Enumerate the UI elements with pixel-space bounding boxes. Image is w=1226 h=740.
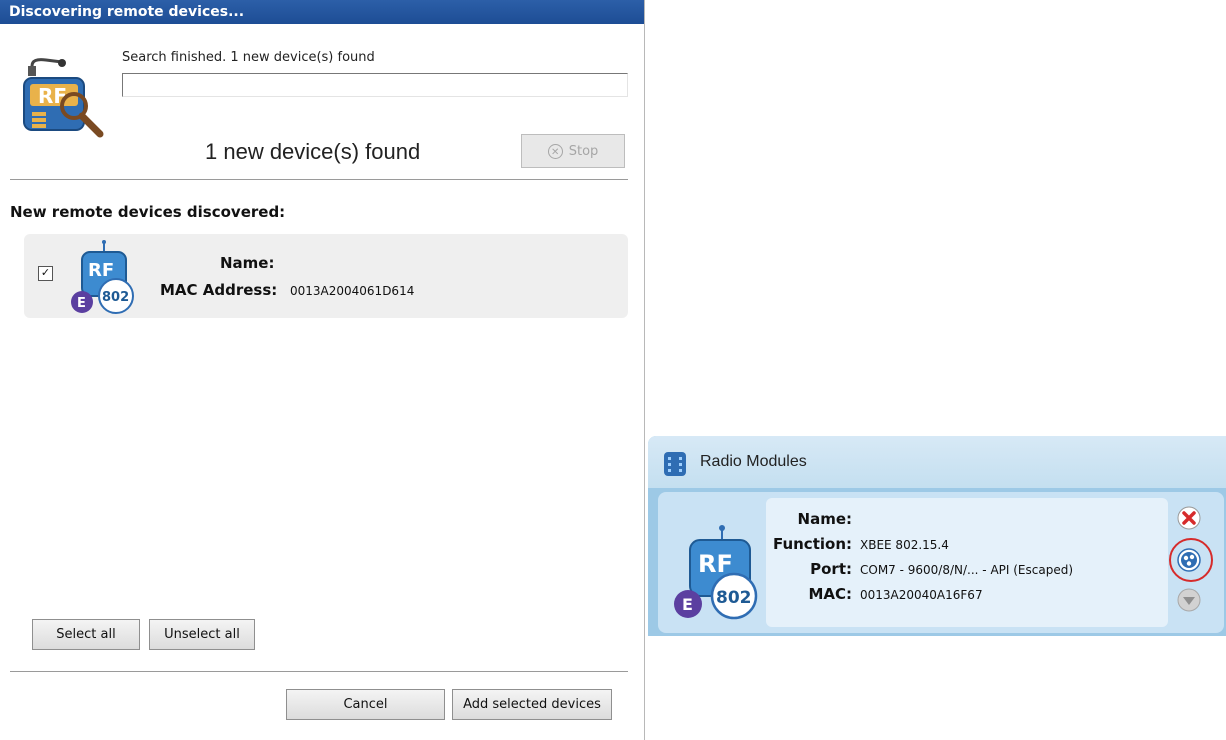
divider	[10, 179, 628, 180]
panel-title: Radio Modules	[700, 453, 807, 470]
add-selected-devices-button[interactable]: Add selected devices	[452, 689, 612, 720]
xbee-802-device-icon: RF 802 E	[71, 240, 134, 314]
device-mac-label: MAC Address:	[160, 281, 278, 299]
panel-header: Radio Modules	[648, 436, 1226, 488]
module-function-value: XBEE 802.15.4	[860, 538, 949, 552]
highlight-circle	[1169, 538, 1213, 582]
search-progress-bar	[122, 73, 628, 97]
module-function-label: Function:	[772, 535, 852, 553]
search-status-text: Search finished. 1 new device(s) found	[122, 50, 375, 65]
module-info: Name: Function: XBEE 802.15.4 Port: COM7…	[766, 498, 1168, 627]
discovery-dialog: Discovering remote devices... RF Search …	[0, 0, 645, 740]
close-icon[interactable]	[1177, 506, 1201, 530]
module-mac-value: 0013A20040A16F67	[860, 588, 983, 602]
dialog-titlebar[interactable]: Discovering remote devices...	[0, 0, 644, 24]
rf-search-icon: RF	[23, 58, 104, 138]
section-heading: New remote devices discovered:	[10, 203, 286, 221]
stop-icon: ✕	[547, 143, 563, 159]
module-port-value: COM7 - 9600/8/N/... - API (Escaped)	[860, 563, 1074, 577]
svg-text:802: 802	[716, 588, 752, 608]
svg-text:E: E	[682, 595, 693, 614]
module-mac-label: MAC:	[808, 585, 852, 603]
module-name-label: Name:	[797, 510, 852, 528]
radio-modules-panel: Radio Modules RF 802 E Name: Function: X…	[648, 436, 1226, 636]
stop-button[interactable]: ✕ Stop	[521, 134, 625, 168]
divider	[10, 671, 628, 672]
device-mac-value: 0013A2004061D614	[290, 284, 415, 298]
dialog-title: Discovering remote devices...	[9, 4, 245, 20]
device-name-label: Name:	[220, 254, 275, 272]
radio-module-card[interactable]: RF 802 E Name: Function: XBEE 802.15.4 P…	[658, 492, 1224, 633]
module-port-label: Port:	[810, 560, 852, 578]
device-checkbox[interactable]: ✓	[38, 266, 53, 281]
stop-button-label: Stop	[568, 143, 599, 159]
unselect-all-button[interactable]: Unselect all	[149, 619, 255, 650]
svg-text:E: E	[77, 296, 86, 311]
select-all-button[interactable]: Select all	[32, 619, 140, 650]
cancel-button[interactable]: Cancel	[286, 689, 445, 720]
radio-module-icon	[664, 452, 686, 476]
svg-text:802: 802	[102, 290, 129, 305]
devices-found-text: 1 new device(s) found	[205, 139, 421, 164]
svg-text:RF: RF	[88, 260, 114, 281]
device-list-item[interactable]: ✓ RF 802 E Name: MAC Address: 0013A20040…	[24, 234, 628, 318]
chevron-down-icon[interactable]	[1177, 588, 1201, 612]
